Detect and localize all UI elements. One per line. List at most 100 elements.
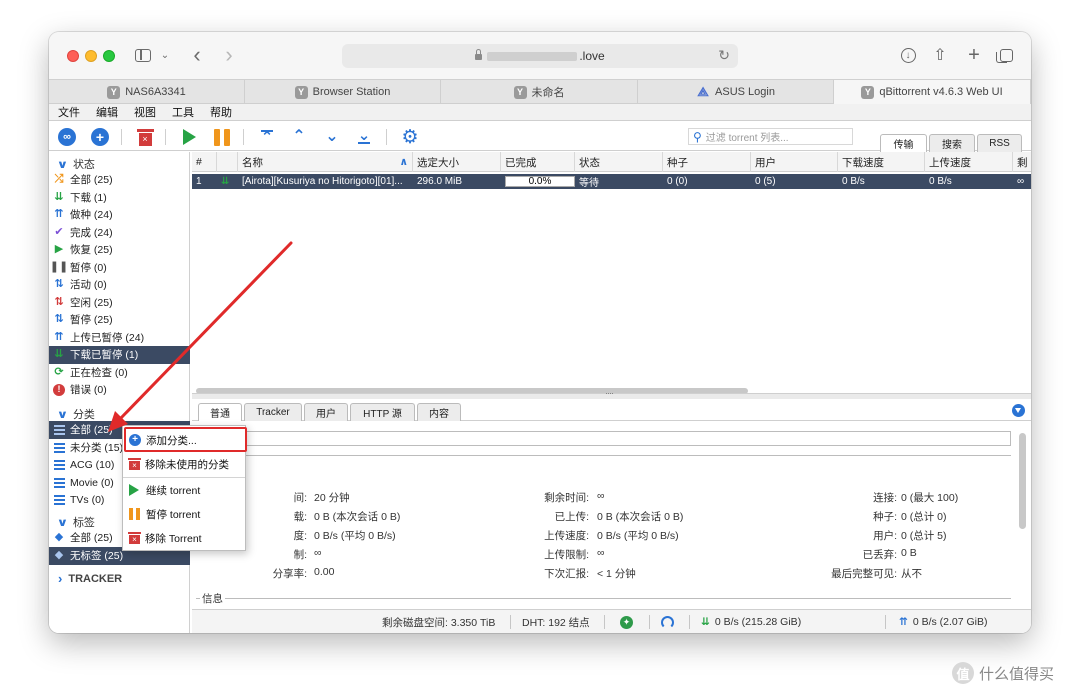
forward-icon[interactable]: ›	[219, 42, 239, 67]
cell-seeds: 0 (0)	[667, 176, 688, 187]
tab-peers[interactable]: 用户	[304, 403, 348, 421]
col-header-num[interactable]: #	[192, 152, 217, 172]
speed-limit-toggle[interactable]	[661, 610, 674, 633]
close-window-button[interactable]	[67, 50, 79, 62]
menu-label: 移除 Torrent	[145, 532, 202, 545]
back-icon[interactable]: ‹	[187, 42, 207, 67]
browser-tab[interactable]: Y Browser Station	[245, 80, 441, 104]
status-filter-seeding[interactable]: ⇈ 做种 (24)	[49, 206, 190, 224]
share-icon[interactable]: ⇧	[929, 44, 951, 66]
label-uploaded: 已上传:	[554, 511, 589, 523]
zoom-window-button[interactable]	[103, 50, 115, 62]
status-filter-checking[interactable]: ⟳ 正在检查 (0)	[49, 364, 190, 382]
tab-rss[interactable]: RSS	[977, 134, 1022, 152]
menu-pause-torrents[interactable]: 暂停 torrent	[123, 503, 245, 525]
menu-view[interactable]: 视图	[134, 104, 156, 120]
col-header-state[interactable]	[217, 152, 238, 172]
label-dl-limit: 制:	[293, 549, 307, 561]
cell-num: 1	[196, 176, 202, 187]
col-header-peers[interactable]: 用户	[751, 152, 838, 172]
add-torrent-button[interactable]: +	[90, 127, 110, 147]
tab-general[interactable]: 普通	[198, 403, 242, 421]
error-icon: !	[53, 383, 65, 396]
connection-status[interactable]: ✦	[620, 610, 633, 633]
tab-http-sources[interactable]: HTTP 源	[350, 403, 415, 421]
refresh-icon: ⟳	[54, 366, 64, 379]
value-dl-limit: ∞	[314, 547, 322, 559]
pause-button[interactable]	[212, 127, 232, 147]
col-header-progress[interactable]: 已完成	[501, 152, 575, 172]
menu-help[interactable]: 帮助	[210, 104, 232, 120]
resume-button[interactable]	[179, 127, 199, 147]
new-tab-icon[interactable]: +	[963, 44, 985, 66]
tab-overview-icon[interactable]	[995, 44, 1017, 66]
filter-label: 空闲 (25)	[70, 297, 113, 310]
status-filter-all[interactable]: ⤮ 全部 (25)	[49, 171, 190, 189]
piece-progress-bar	[196, 431, 1011, 446]
status-filter-resumed[interactable]: ▶ 恢复 (25)	[49, 241, 190, 259]
col-header-dl-speed[interactable]: 下载速度	[838, 152, 925, 172]
status-section-header[interactable]: ∨ 状态	[57, 156, 95, 172]
minimize-window-button[interactable]	[85, 50, 97, 62]
sidebar-toggle-icon[interactable]	[133, 44, 153, 66]
chevron-down-icon[interactable]: ⌄	[159, 44, 171, 66]
collapse-panel-icon[interactable]	[1012, 404, 1025, 417]
tab-label: Browser Station	[312, 86, 391, 98]
tag-section-header[interactable]: ∨ 标签	[57, 514, 95, 530]
status-filter-completed[interactable]: ✔ 完成 (24)	[49, 224, 190, 242]
vertical-scrollbar[interactable]	[1019, 433, 1026, 529]
chevron-right-icon: ›	[58, 571, 63, 586]
address-bar[interactable]: .love ↻	[342, 44, 738, 68]
torrent-filter-input[interactable]: ⚲ 过滤 torrent 列表...	[688, 128, 853, 145]
status-filter-inactive[interactable]: ⇅ 空闲 (25)	[49, 294, 190, 312]
move-top-button[interactable]: ⌃	[257, 127, 277, 147]
tab-transfers[interactable]: 传输	[880, 134, 927, 152]
move-bottom-button[interactable]: ⌄	[354, 127, 374, 147]
status-filter-downloading[interactable]: ⇊ 下载 (1)	[49, 189, 190, 207]
move-top-icon: ⌃	[260, 129, 274, 146]
browser-tab[interactable]: ⟁ ASUS Login	[638, 80, 834, 104]
col-header-up-speed[interactable]: 上传速度	[925, 152, 1013, 172]
add-link-button[interactable]: ∞	[57, 127, 77, 147]
tab-search[interactable]: 搜索	[929, 134, 975, 152]
menu-remove-unused-categories[interactable]: 移除未使用的分类	[123, 453, 245, 475]
filter-label: 做种 (24)	[70, 209, 113, 222]
delete-torrent-button[interactable]: ×	[135, 127, 155, 147]
table-row[interactable]: 1 ⇊ [Airota][Kusuriya no Hitorigoto][01]…	[192, 174, 1031, 189]
menu-label: 暂停 torrent	[146, 508, 201, 521]
value-up-limit: ∞	[597, 547, 605, 559]
status-filter-paused[interactable]: ❚❚ 暂停 (0)	[49, 259, 190, 277]
tab-content[interactable]: 内容	[417, 403, 461, 421]
tracker-section-header[interactable]: › TRACKER	[58, 571, 122, 586]
browser-tab-active[interactable]: YqBittorrent v4.6.3 Web UI	[834, 80, 1031, 104]
status-filter-download-paused[interactable]: ⇊ 下载已暂停 (1)	[49, 346, 190, 364]
menu-tools[interactable]: 工具	[172, 104, 194, 120]
col-header-size[interactable]: 选定大小	[413, 152, 501, 172]
label-dl-speed: 度:	[293, 530, 307, 542]
col-header-name[interactable]: 名称 ∧	[238, 152, 413, 172]
chevron-down-icon: ⌄	[325, 128, 339, 145]
menu-file[interactable]: 文件	[58, 104, 80, 120]
move-down-button[interactable]: ⌄	[322, 127, 342, 147]
col-header-status[interactable]: 状态	[575, 152, 663, 172]
browser-tab[interactable]: Y 未命名	[441, 80, 638, 104]
col-header-eta[interactable]: 剩	[1013, 152, 1031, 172]
list-icon	[53, 459, 65, 471]
status-filter-active[interactable]: ⇅ 活动 (0)	[49, 276, 190, 294]
status-filter-errored[interactable]: ! 错误 (0)	[49, 381, 190, 399]
reload-icon[interactable]: ↻	[718, 47, 730, 64]
options-button[interactable]: ⚙	[400, 127, 420, 148]
tab-trackers[interactable]: Tracker	[244, 403, 302, 421]
status-filter-stalled[interactable]: ⇅ 暂停 (25)	[49, 311, 190, 329]
browser-tab[interactable]: Y NAS6A3341	[49, 80, 245, 104]
category-section-header[interactable]: ∨ 分类	[57, 406, 95, 422]
status-filter-upload-paused[interactable]: ⇈ 上传已暂停 (24)	[49, 329, 190, 347]
watermark: 值 什么值得买	[952, 662, 1054, 684]
menu-remove-torrents[interactable]: 移除 Torrent	[123, 527, 245, 549]
menu-edit[interactable]: 编辑	[96, 104, 118, 120]
move-up-button[interactable]: ⌃	[289, 127, 309, 147]
col-header-seeds[interactable]: 种子	[663, 152, 751, 172]
app-toolbar: ∞ + × ⌃ ⌃ ⌄ ⌄ ⚙ ⚲ 过滤 torrent 列表... 传输 搜索…	[49, 121, 1031, 152]
downloads-icon[interactable]: ↓	[897, 44, 919, 66]
menu-resume-torrents[interactable]: 继续 torrent	[123, 479, 245, 501]
